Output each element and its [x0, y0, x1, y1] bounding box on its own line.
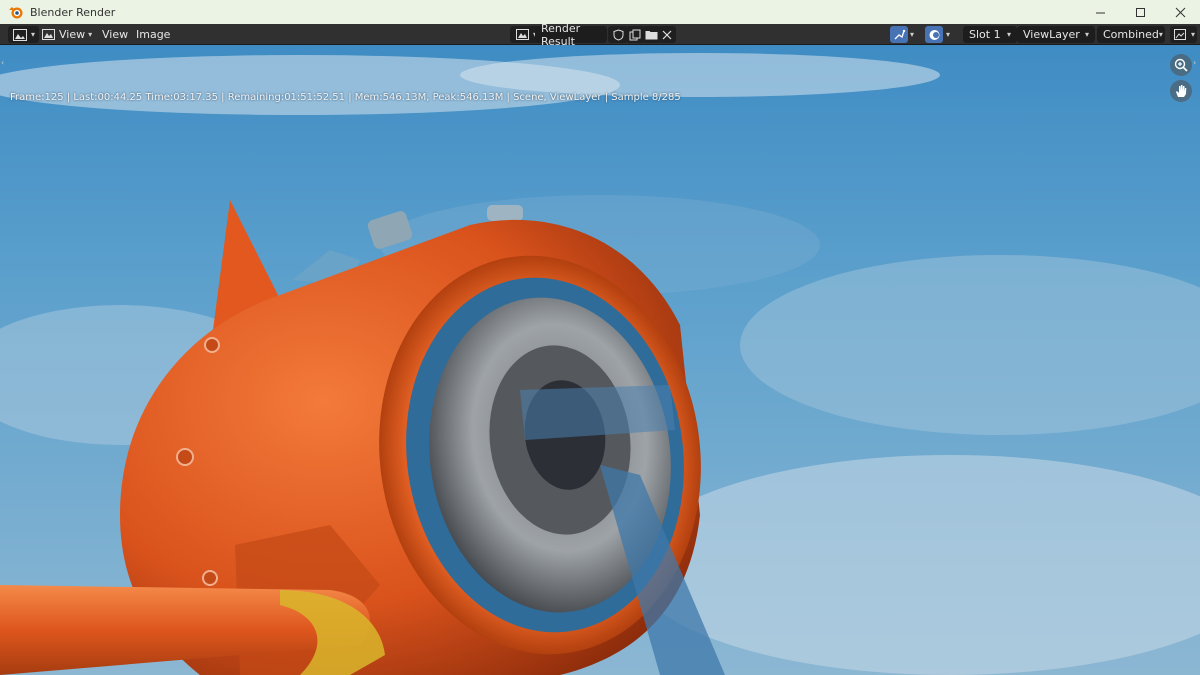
- image-editor-icon: [12, 28, 28, 42]
- image-menu[interactable]: Image: [136, 26, 170, 43]
- display-channels-button[interactable]: [925, 26, 943, 43]
- toolbar-expand-arrow[interactable]: ‹: [1, 58, 7, 68]
- fake-user-button[interactable]: [608, 26, 628, 43]
- view-layer-label: ViewLayer: [1023, 28, 1080, 41]
- hand-icon: [1176, 85, 1187, 97]
- close-icon: [1175, 7, 1185, 17]
- slot-label: Slot 1: [969, 28, 1001, 41]
- render-image: [0, 45, 1200, 675]
- minimize-icon: [1095, 12, 1105, 13]
- minimize-button[interactable]: [1080, 0, 1120, 24]
- sample-tool-button[interactable]: [890, 26, 908, 43]
- chevron-down-icon: ▾: [31, 30, 36, 39]
- zoom-button[interactable]: [1170, 54, 1192, 76]
- chevron-down-icon[interactable]: ▾: [910, 26, 914, 43]
- close-icon: [659, 28, 675, 42]
- chevron-down-icon[interactable]: ▾: [946, 26, 950, 43]
- duplicate-icon: [627, 28, 643, 42]
- render-pass-selector[interactable]: Combined ▾: [1097, 26, 1165, 43]
- chevron-down-icon: ▾: [1084, 30, 1089, 39]
- image-editor-icon: [1172, 28, 1188, 42]
- blender-logo-icon: [9, 7, 23, 19]
- sidebar-toggle-button[interactable]: ▾: [1170, 26, 1198, 43]
- slot-selector[interactable]: Slot 1 ▾: [963, 26, 1017, 43]
- color-channels-icon: [926, 28, 942, 42]
- unlink-image-button[interactable]: [658, 26, 676, 43]
- image-icon: [40, 28, 56, 42]
- sample-tool-icon: [891, 28, 907, 42]
- view-menu[interactable]: View: [102, 26, 128, 43]
- editor-type-button[interactable]: ▾: [8, 26, 40, 43]
- chevron-down-icon: ▾: [88, 30, 93, 39]
- view-menu-1[interactable]: View ▾: [40, 26, 92, 43]
- close-button[interactable]: [1160, 0, 1200, 24]
- sidebar-expand-arrow[interactable]: ›: [1193, 58, 1199, 68]
- maximize-icon: [1135, 7, 1145, 17]
- window-titlebar: Blender Render: [0, 0, 1200, 24]
- view-layer-selector[interactable]: ViewLayer ▾: [1017, 26, 1095, 43]
- render-viewport[interactable]: Frame:125 | Last:00:44.25 Time:03:17.35 …: [0, 45, 1200, 675]
- render-stats: Frame:125 | Last:00:44.25 Time:03:17.35 …: [10, 92, 681, 103]
- pan-button[interactable]: [1170, 80, 1192, 102]
- image-editor-header: ▾ View ▾ View Image ▾ Render Result: [0, 22, 1200, 48]
- view-menu-label: View: [59, 28, 86, 41]
- image-name-field[interactable]: Render Result: [535, 22, 607, 48]
- shield-icon: [610, 28, 626, 42]
- window-title: Blender Render: [30, 5, 116, 19]
- chevron-down-icon: ▾: [1158, 30, 1163, 39]
- chevron-down-icon: ▾: [1006, 30, 1011, 39]
- folder-icon: [643, 28, 659, 42]
- maximize-button[interactable]: [1120, 0, 1160, 24]
- image-browse-icon: [514, 28, 530, 42]
- zoom-icon: [1174, 58, 1188, 72]
- chevron-down-icon: ▾: [1191, 30, 1196, 39]
- render-pass-label: Combined: [1103, 28, 1159, 41]
